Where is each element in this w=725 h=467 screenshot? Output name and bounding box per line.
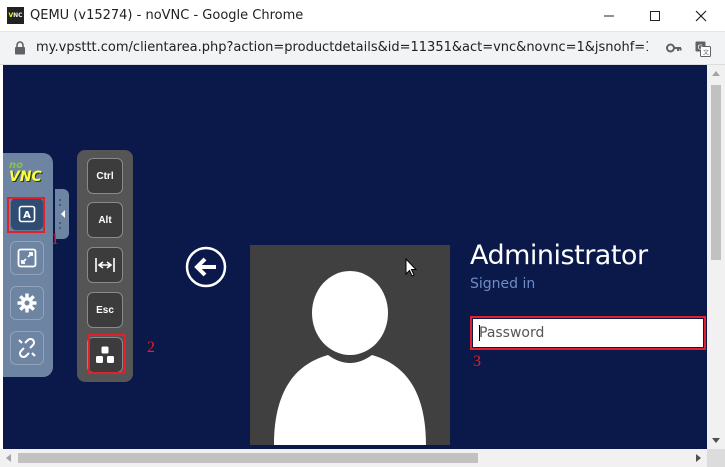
novnc-control-bar: no VNC A [3,153,53,377]
address-bar[interactable]: my.vpsttt.com/clientarea.php?action=prod… [0,32,725,65]
horizontal-scrollbar[interactable] [0,449,707,467]
horizontal-scroll-thumb[interactable] [18,453,478,463]
annotation-box-1 [7,197,45,233]
vertical-scrollbar[interactable] [707,65,725,449]
tab-key-button[interactable] [87,247,123,283]
scroll-right-icon [696,454,701,462]
back-arrow-icon[interactable] [185,246,227,288]
url-text[interactable]: my.vpsttt.com/clientarea.php?action=prod… [36,40,648,55]
close-button[interactable] [678,0,724,32]
scroll-down-icon [712,438,720,443]
user-name: Administrator [470,240,648,271]
ctrl-key-button[interactable]: Ctrl [87,158,123,194]
mouse-cursor-icon [405,258,417,277]
qemu-app-icon: V NC [7,7,24,24]
sign-in-status: Signed in [470,276,536,292]
minimize-icon [604,15,614,17]
annotation-box-2 [88,334,126,374]
translate-icon[interactable]: G 文 [695,41,711,57]
fullscreen-button[interactable] [10,241,44,275]
app-icon-letters: NC [13,12,23,19]
gear-icon [17,293,37,313]
scrollbar-corner [707,449,725,467]
window-title: QEMU (v15274) - noVNC - Google Chrome [30,8,304,23]
fullscreen-icon [17,248,37,268]
vnc-screen[interactable]: no VNC A Ctrl Alt Esc 1 2 3 Administrato… [3,65,707,449]
maximize-icon [650,11,660,21]
scroll-right-button[interactable] [690,449,707,467]
key-icon[interactable] [666,42,682,54]
handle-grip-icon [59,199,65,229]
annotation-label-2: 2 [147,339,155,356]
annotation-label-1: 1 [51,231,59,248]
lock-icon[interactable] [14,41,26,55]
password-input[interactable] [473,319,703,347]
maximize-button[interactable] [632,0,678,32]
scroll-down-button[interactable] [707,432,725,449]
user-avatar-tile [250,245,450,445]
vertical-scroll-thumb[interactable] [711,85,721,260]
settings-button[interactable] [10,286,44,320]
minimize-button[interactable] [586,0,632,32]
scroll-up-button[interactable] [707,65,725,82]
disconnect-icon [18,338,36,358]
novnc-logo-vnc: VNC [9,169,42,185]
svg-text:文: 文 [703,49,709,57]
text-caret [479,325,480,341]
tab-icon [95,258,115,272]
window-titlebar: V NC QEMU (v15274) - noVNC - Google Chrom… [0,0,725,32]
disconnect-button[interactable] [10,331,44,365]
novnc-logo: no VNC [9,161,45,185]
annotation-label-3: 3 [473,353,481,370]
user-avatar-icon [274,271,426,445]
scroll-left-icon [6,454,11,462]
alt-key-button[interactable]: Alt [87,202,123,238]
scroll-left-button[interactable] [0,449,17,467]
close-icon [695,10,707,22]
esc-key-button[interactable]: Esc [87,292,123,328]
scroll-up-icon [712,71,720,76]
